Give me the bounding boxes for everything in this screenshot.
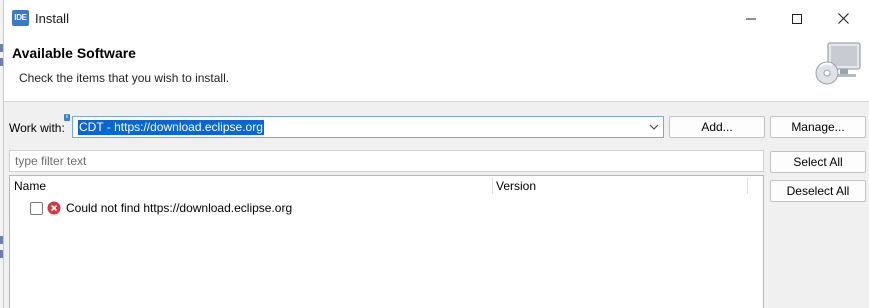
chevron-down-icon[interactable] bbox=[649, 122, 659, 132]
page-title: Available Software bbox=[12, 45, 136, 61]
wizard-body: Work with: i CDT - https://download.ecli… bbox=[4, 102, 869, 308]
tree-row[interactable]: Could not find https://download.eclipse.… bbox=[10, 199, 750, 217]
app-icon: IDE bbox=[12, 10, 29, 26]
column-divider[interactable] bbox=[747, 178, 748, 194]
close-icon bbox=[837, 13, 849, 24]
install-cd-monitor-icon bbox=[815, 42, 861, 85]
maximize-icon bbox=[792, 13, 802, 24]
wizard-header: Available Software Check the items that … bbox=[4, 37, 869, 101]
add-button[interactable]: Add... bbox=[669, 116, 765, 138]
column-header-name[interactable]: Name bbox=[10, 176, 490, 196]
row-name: Could not find https://download.eclipse.… bbox=[66, 201, 293, 215]
install-dialog: IDE Install Available Software Check the… bbox=[3, 0, 869, 308]
work-with-value: CDT - https://download.eclipse.org bbox=[78, 120, 264, 135]
filter-placeholder: type filter text bbox=[15, 154, 87, 168]
select-all-button[interactable]: Select All bbox=[770, 151, 866, 173]
row-checkbox[interactable] bbox=[30, 202, 43, 215]
manage-button[interactable]: Manage... bbox=[770, 116, 866, 138]
window-title: Install bbox=[35, 11, 69, 26]
software-tree[interactable]: Name Version Could not find https://down… bbox=[9, 175, 764, 308]
minimize-button[interactable] bbox=[728, 0, 774, 37]
minimize-icon bbox=[746, 18, 756, 19]
info-decoration-icon: i bbox=[64, 114, 70, 121]
work-with-label: Work with: bbox=[9, 121, 65, 135]
close-button[interactable] bbox=[820, 0, 866, 37]
filter-input[interactable]: type filter text bbox=[9, 150, 764, 172]
deselect-all-button[interactable]: Deselect All bbox=[770, 180, 866, 202]
page-description: Check the items that you wish to install… bbox=[19, 71, 230, 85]
work-with-combo[interactable]: CDT - https://download.eclipse.org bbox=[72, 116, 664, 138]
maximize-button[interactable] bbox=[774, 0, 820, 37]
title-bar: IDE Install bbox=[4, 0, 869, 37]
error-icon bbox=[47, 201, 61, 215]
column-header-version[interactable]: Version bbox=[492, 176, 746, 196]
